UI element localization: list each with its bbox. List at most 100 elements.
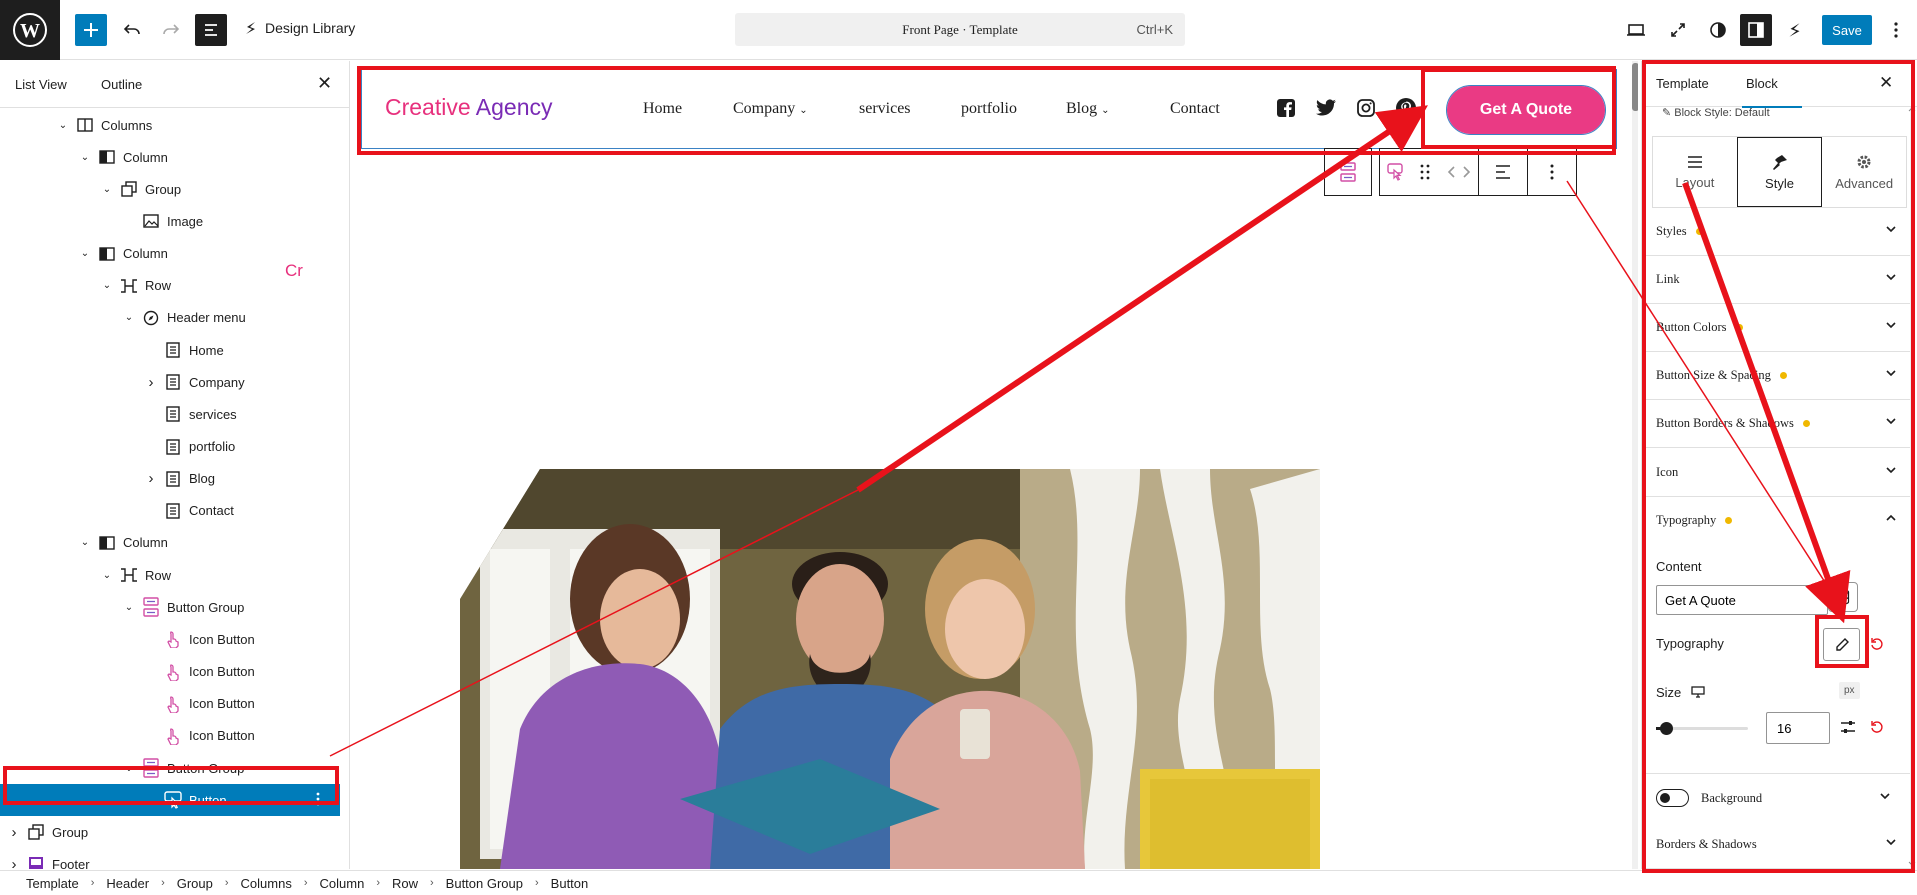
block-style-indicator[interactable]: ✎ Block Style: Default [1662,106,1770,119]
custom-size-toggle-icon[interactable] [1840,719,1856,738]
font-size-slider[interactable] [1656,722,1748,735]
dynamic-content-database-icon[interactable] [1828,582,1858,612]
nav-item-portfolio[interactable]: portfolio [961,100,1017,118]
breadcrumb-item[interactable]: Column [320,876,365,891]
breadcrumb-item[interactable]: Group [177,876,213,891]
twitter-icon[interactable] [1315,97,1337,119]
chevron-down-icon[interactable]: ⌄ [121,312,137,323]
chevron-down-icon[interactable]: ⌄ [99,184,115,195]
canvas-scrollbar[interactable] [1632,61,1638,869]
breadcrumb-item[interactable]: Button [551,876,589,891]
more-options-icon[interactable] [316,792,320,809]
chevron-down-icon[interactable]: ⌄ [99,280,115,291]
desktop-preview-icon[interactable] [1620,14,1652,46]
settings-section[interactable]: Button Size & Spacing [1642,352,1912,401]
list-item[interactable]: › Footer [0,848,340,869]
design-library-button[interactable]: Design Library [243,20,355,36]
save-button[interactable]: Save [1822,15,1872,45]
settings-section[interactable]: Link [1642,256,1912,305]
breadcrumb-item[interactable]: Columns [241,876,292,891]
chevron-down-icon[interactable]: ⌄ [121,602,137,613]
panel-scrollbar[interactable] [1907,107,1917,867]
list-item[interactable]: › Company [0,366,340,398]
list-item[interactable]: ⌄ Column [0,527,340,559]
move-arrows-icon[interactable] [1439,165,1479,179]
unit-selector[interactable]: px [1839,682,1860,699]
list-item[interactable]: ⌄ Button Group [0,591,340,623]
chevron-right-icon[interactable]: › [143,374,159,391]
button-group-icon[interactable] [1325,161,1371,183]
close-icon[interactable]: ✕ [317,73,332,94]
settings-section[interactable]: Button Borders & Shadows [1642,400,1912,449]
borders-shadows-section[interactable]: Borders & Shadows [1642,821,1912,869]
breadcrumb-item[interactable]: Row [392,876,418,891]
team-photo-image[interactable] [460,469,1320,869]
align-left-icon[interactable] [1479,164,1527,180]
list-item[interactable]: portfolio [0,431,340,463]
slider-thumb[interactable] [1660,722,1674,735]
breadcrumb-item[interactable]: Template [26,876,79,891]
header-block[interactable]: Creative Agency Home Company ⌄ services … [361,69,1617,149]
list-item[interactable]: ⌄ Header menu [0,302,340,334]
settings-section[interactable]: Styles [1642,208,1912,256]
wordpress-logo-icon[interactable]: W [0,0,60,60]
settings-section[interactable]: Typography [1642,497,1912,545]
redo-icon[interactable] [155,14,187,46]
list-item[interactable]: services [0,398,340,430]
chevron-down-icon[interactable]: ⌄ [77,248,93,259]
list-item[interactable]: Contact [0,495,340,527]
settings-section[interactable]: Icon [1642,449,1912,497]
font-size-input[interactable] [1766,712,1830,744]
close-icon[interactable]: ✕ [1879,73,1893,93]
list-item[interactable]: Home [0,334,340,366]
breadcrumb-item[interactable]: Header [106,876,149,891]
tab-layout[interactable]: Layout [1653,137,1737,207]
list-item[interactable]: Icon Button [0,688,340,720]
chevron-down-icon[interactable]: ⌄ [77,152,93,163]
more-options-icon[interactable] [1528,164,1576,180]
align-toolbar[interactable] [1478,148,1528,196]
document-overview-button[interactable] [195,14,227,46]
reset-icon[interactable] [1870,637,1884,654]
chevron-down-icon[interactable]: ⌄ [99,570,115,581]
desktop-device-icon[interactable] [1691,686,1705,698]
list-item[interactable]: ⌄ Columns [0,109,340,141]
editor-canvas[interactable]: Creative Agency Home Company ⌄ services … [351,61,1638,869]
nav-item-home[interactable]: Home [643,100,682,118]
background-toggle[interactable] [1656,789,1689,807]
site-logo[interactable]: Creative Agency [385,94,553,121]
reset-icon[interactable] [1870,720,1884,737]
undo-icon[interactable] [116,14,148,46]
drag-handle-icon[interactable] [1410,164,1440,180]
list-item[interactable]: ⌄ Row [0,559,340,591]
chevron-down-icon[interactable]: ⌄ [55,120,71,131]
settings-section[interactable]: Button Colors [1642,304,1912,353]
instagram-icon[interactable] [1355,97,1377,119]
list-item[interactable]: Image [0,205,340,237]
command-palette-button[interactable]: Front Page · Template Ctrl+K [735,13,1185,46]
tab-template[interactable]: Template [1656,76,1709,91]
chevron-right-icon[interactable]: › [6,856,22,869]
list-item[interactable]: Icon Button [0,623,340,655]
parent-block-selector[interactable] [1324,148,1372,196]
list-item[interactable]: Icon Button [0,720,340,752]
chevron-right-icon[interactable]: › [143,470,159,487]
chevron-down-icon[interactable] [1878,789,1892,806]
fullscreen-icon[interactable] [1662,14,1694,46]
chevron-right-icon[interactable]: › [6,824,22,841]
block-options[interactable] [1527,148,1577,196]
tab-outline[interactable]: Outline [101,77,142,92]
typography-edit-button[interactable] [1823,628,1860,661]
list-item[interactable]: Button [0,784,340,817]
content-input[interactable] [1656,585,1828,615]
tab-style[interactable]: Style [1736,137,1823,207]
facebook-icon[interactable] [1275,97,1297,119]
list-item[interactable]: ⌄ Group [0,173,340,205]
chevron-down-icon[interactable]: ⌄ [77,537,93,548]
pinterest-icon[interactable] [1395,97,1417,119]
chevron-down-icon[interactable]: ⌄ [121,763,137,774]
list-item[interactable]: ⌄ Column [0,141,340,173]
tab-list-view[interactable]: List View [15,77,67,92]
button-block-icon[interactable] [1380,162,1410,182]
nav-item-blog[interactable]: Blog ⌄ [1066,100,1110,118]
